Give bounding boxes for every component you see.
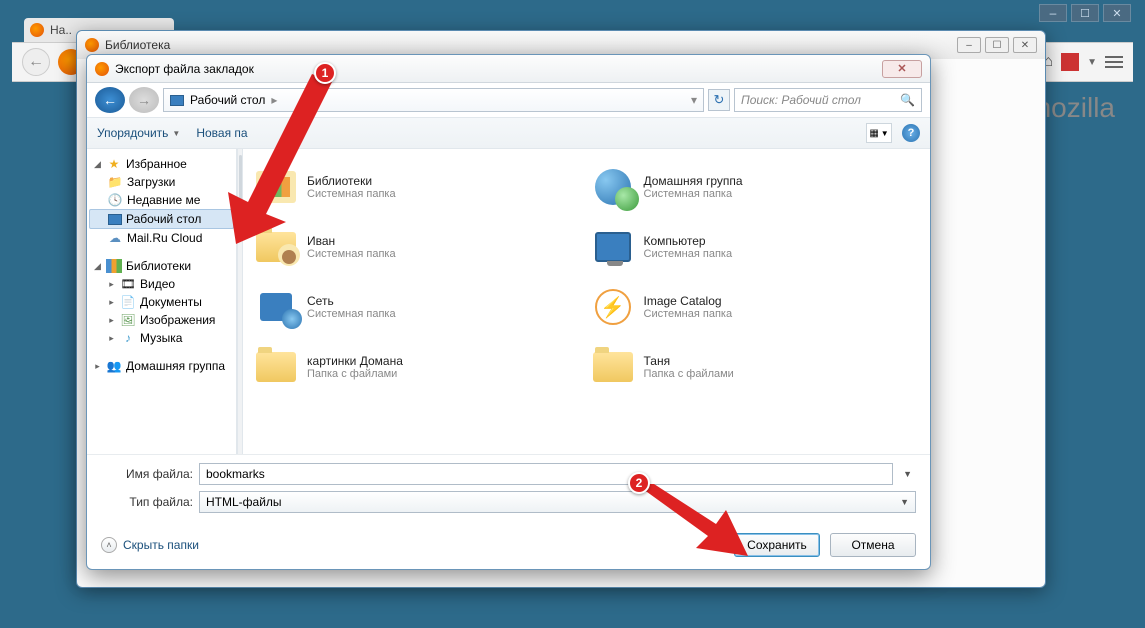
tree-documents[interactable]: ▸📄Документы [89, 293, 234, 311]
chevron-up-icon: ˄ [101, 537, 117, 553]
library-title: Библиотека [105, 38, 170, 52]
folder-tree: ◢★Избранное 📁Загрузки 🕓Недавние ме Рабоч… [87, 149, 237, 454]
file-list: БиблиотекиСистемная папка Домашняя групп… [243, 149, 930, 454]
homegroup-icon: 👥 [106, 359, 122, 373]
hide-folders-button[interactable]: ˄Скрыть папки [101, 537, 199, 553]
chevron-down-icon[interactable]: ▾ [691, 93, 697, 107]
computer-icon [595, 232, 631, 262]
filename-input[interactable] [199, 463, 893, 485]
search-placeholder: Поиск: Рабочий стол [741, 93, 861, 107]
new-folder-button[interactable]: Новая па [196, 126, 247, 140]
search-input[interactable]: Поиск: Рабочий стол 🔍 [734, 88, 922, 112]
minimize-button[interactable]: – [1039, 4, 1067, 22]
nav-back-button[interactable]: ← [95, 87, 125, 113]
maximize-button[interactable]: ☐ [1071, 4, 1099, 22]
tree-video[interactable]: ▸🎞Видео [89, 275, 234, 293]
picture-icon: 🖼 [120, 313, 136, 327]
chevron-down-icon: ▼ [172, 129, 180, 138]
close-button[interactable]: ✕ [1013, 37, 1037, 53]
annotation-badge-1: 1 [314, 62, 336, 84]
item-network[interactable]: СетьСистемная папка [255, 279, 582, 335]
tree-pictures[interactable]: ▸🖼Изображения [89, 311, 234, 329]
item-folder-doman[interactable]: картинки ДоманаПапка с файлами [255, 339, 582, 395]
folder-icon: 📁 [107, 175, 123, 189]
cancel-button[interactable]: Отмена [830, 533, 916, 557]
dialog-title: Экспорт файла закладок [115, 62, 254, 76]
desktop-icon [170, 95, 184, 106]
item-homegroup[interactable]: Домашняя группаСистемная папка [592, 159, 919, 215]
filename-label: Имя файла: [101, 467, 193, 481]
firefox-icon [85, 38, 99, 52]
dialog-toolbar: Упорядочить▼ Новая па ▦ ▼ ? [87, 117, 930, 149]
item-folder-tanya[interactable]: ТаняПапка с файлами [592, 339, 919, 395]
folder-icon [256, 232, 296, 262]
breadcrumb-text: Рабочий стол [190, 93, 265, 107]
tab-title: На.. [50, 23, 72, 37]
hamburger-menu-icon[interactable] [1105, 56, 1123, 68]
splitter[interactable] [237, 149, 243, 454]
tree-downloads[interactable]: 📁Загрузки [89, 173, 234, 191]
close-button[interactable]: ✕ [1103, 4, 1131, 22]
item-libraries[interactable]: БиблиотекиСистемная папка [255, 159, 582, 215]
document-icon: 📄 [120, 295, 136, 309]
tree-libraries[interactable]: ◢Библиотеки [89, 257, 234, 275]
tree-mailru[interactable]: ☁Mail.Ru Cloud [89, 229, 234, 247]
refresh-button[interactable]: ↻ [708, 89, 730, 111]
person-icon [278, 244, 300, 266]
firefox-icon [30, 23, 44, 37]
recent-icon: 🕓 [107, 193, 123, 207]
filetype-label: Тип файла: [101, 495, 193, 509]
firefox-icon [95, 62, 109, 76]
minimize-button[interactable]: – [957, 37, 981, 53]
nav-forward-button[interactable]: → [129, 87, 159, 113]
desktop-window-controls: – ☐ ✕ [1039, 4, 1131, 22]
chevron-down-icon: ▼ [900, 497, 909, 507]
homegroup-icon [595, 169, 631, 205]
tree-homegroup[interactable]: ▸👥Домашняя группа [89, 357, 234, 375]
filetype-select[interactable]: HTML-файлы▼ [199, 491, 916, 513]
tree-desktop[interactable]: Рабочий стол [89, 209, 234, 229]
desktop-icon [108, 214, 122, 225]
chevron-down-icon[interactable]: ▼ [899, 469, 916, 479]
dropdown-icon[interactable]: ▼ [1087, 57, 1097, 68]
libraries-icon [106, 259, 122, 273]
search-icon: 🔍 [900, 93, 915, 107]
organize-menu[interactable]: Упорядочить▼ [97, 126, 180, 140]
tree-music[interactable]: ▸♪Музыка [89, 329, 234, 347]
help-icon[interactable]: ? [902, 124, 920, 142]
tree-favorites[interactable]: ◢★Избранное [89, 155, 234, 173]
breadcrumb-bar[interactable]: Рабочий стол ▸ ▾ [163, 88, 704, 112]
addon-icon[interactable] [1061, 53, 1079, 71]
item-computer[interactable]: КомпьютерСистемная папка [592, 219, 919, 275]
video-icon: 🎞 [120, 277, 136, 291]
folder-icon [593, 352, 633, 382]
save-dialog: Экспорт файла закладок ✕ ← → Рабочий сто… [86, 54, 931, 570]
star-icon: ★ [106, 157, 122, 171]
chevron-right-icon[interactable]: ▸ [271, 93, 277, 107]
back-button[interactable]: ← [22, 48, 50, 76]
tree-recent[interactable]: 🕓Недавние ме [89, 191, 234, 209]
folder-icon [256, 352, 296, 382]
music-icon: ♪ [120, 331, 136, 345]
view-options-button[interactable]: ▦ ▼ [866, 123, 892, 143]
dialog-titlebar[interactable]: Экспорт файла закладок ✕ [87, 55, 930, 83]
item-imagecatalog[interactable]: ⚡Image CatalogСистемная папка [592, 279, 919, 335]
save-button[interactable]: Сохранить [734, 533, 820, 557]
annotation-badge-2: 2 [628, 472, 650, 494]
dialog-footer: Имя файла: ▼ Тип файла: HTML-файлы▼ [87, 454, 930, 523]
dialog-nav: ← → Рабочий стол ▸ ▾ ↻ Поиск: Рабочий ст… [87, 83, 930, 117]
libraries-icon [256, 171, 296, 203]
close-button[interactable]: ✕ [882, 60, 922, 78]
cloud-icon: ☁ [107, 231, 123, 245]
bolt-icon: ⚡ [595, 289, 631, 325]
network-icon [260, 293, 292, 321]
maximize-button[interactable]: ☐ [985, 37, 1009, 53]
item-user[interactable]: ИванСистемная папка [255, 219, 582, 275]
